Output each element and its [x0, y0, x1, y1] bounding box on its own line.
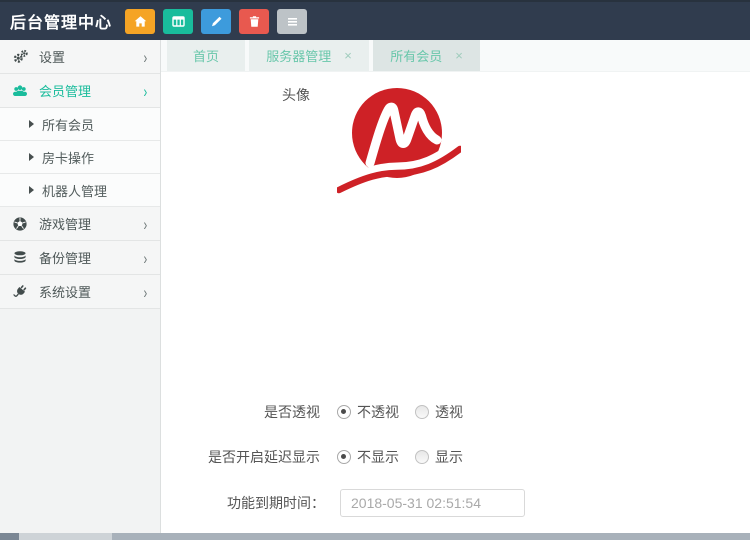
list-icon	[286, 15, 299, 28]
avatar-row: 头像	[161, 72, 750, 200]
sidebar-subitem-all-members[interactable]: 所有会员	[0, 108, 160, 141]
chevron-right-icon: ›	[144, 214, 148, 233]
caret-right-icon	[29, 186, 34, 194]
sidebar-item-members[interactable]: 会员管理 ›	[0, 74, 160, 108]
gears-icon	[12, 49, 28, 65]
pencil-icon	[210, 15, 223, 28]
tab-label: 服务器管理	[266, 46, 331, 65]
radio-option-no-display[interactable]: 不显示	[337, 447, 399, 467]
sidebar-item-label: 系统设置	[39, 282, 143, 301]
radio-option-display[interactable]: 显示	[415, 447, 463, 467]
delay-label: 是否开启延迟显示	[161, 447, 320, 467]
close-icon[interactable]: ×	[344, 49, 352, 62]
sidebar-item-backup[interactable]: 备份管理 ›	[0, 241, 160, 275]
perspective-row: 是否透视 不透视 透视	[161, 402, 750, 422]
horizontal-scrollbar[interactable]	[0, 533, 750, 540]
radio-unselected-icon[interactable]	[415, 405, 429, 419]
edit-button[interactable]	[201, 9, 231, 34]
radio-option-label[interactable]: 显示	[435, 447, 463, 467]
sidebar-subitem-label: 所有会员	[42, 115, 94, 134]
sidebar-item-system[interactable]: 系统设置 ›	[0, 275, 160, 309]
home-icon	[134, 15, 147, 28]
radio-option-label[interactable]: 不透视	[357, 402, 399, 422]
sidebar-item-label: 会员管理	[39, 81, 143, 100]
sidebar-subitem-robots[interactable]: 机器人管理	[0, 174, 160, 207]
tab-label: 所有会员	[390, 46, 442, 65]
sidebar-subitem-label: 房卡操作	[42, 148, 94, 167]
delay-row: 是否开启延迟显示 不显示 显示	[161, 447, 750, 467]
sidebar-item-games[interactable]: 游戏管理 ›	[0, 207, 160, 241]
soccer-ball-icon	[12, 216, 28, 232]
trash-icon	[248, 15, 261, 28]
radio-option-label[interactable]: 不显示	[357, 447, 399, 467]
delete-button[interactable]	[239, 9, 269, 34]
delay-radio-group: 不显示 显示	[337, 447, 479, 467]
chevron-right-icon: ›	[144, 47, 148, 66]
avatar-image	[337, 85, 461, 200]
sidebar-subitem-roomcard[interactable]: 房卡操作	[0, 141, 160, 174]
menu-button[interactable]	[277, 9, 307, 34]
radio-selected-icon[interactable]	[337, 450, 351, 464]
scrollbar-thumb[interactable]	[19, 533, 112, 540]
table-button[interactable]	[163, 9, 193, 34]
radio-option-label[interactable]: 透视	[435, 402, 463, 422]
radio-unselected-icon[interactable]	[415, 450, 429, 464]
tab-bar: 首页 服务器管理 × 所有会员 ×	[161, 40, 750, 72]
top-header-bar: 后台管理中心	[0, 0, 750, 40]
tab-home[interactable]: 首页	[167, 40, 245, 71]
perspective-label: 是否透视	[161, 402, 320, 422]
scrollbar-corner	[0, 533, 19, 540]
app-title: 后台管理中心	[10, 9, 112, 33]
main-content: 头像 是否透视 不透视 透视 是否开启延迟显示	[161, 72, 750, 533]
chevron-right-icon: ›	[144, 81, 148, 100]
radio-selected-icon[interactable]	[337, 405, 351, 419]
radio-option-perspective[interactable]: 透视	[415, 402, 463, 422]
sidebar: 设置 › 会员管理 › 所有会员 房卡操作 机器人管理 游戏管理 › 备份管理 …	[0, 40, 161, 533]
database-icon	[12, 250, 28, 266]
avatar-label: 头像	[161, 83, 310, 105]
tab-server-management[interactable]: 服务器管理 ×	[249, 40, 369, 71]
sidebar-subitem-label: 机器人管理	[42, 181, 107, 200]
expire-label: 功能到期时间：	[161, 493, 325, 513]
users-icon	[12, 83, 28, 99]
caret-right-icon	[29, 120, 34, 128]
sidebar-item-settings[interactable]: 设置 ›	[0, 40, 160, 74]
home-button[interactable]	[125, 9, 155, 34]
chevron-right-icon: ›	[144, 248, 148, 267]
tab-label: 首页	[193, 46, 219, 65]
chevron-right-icon: ›	[144, 282, 148, 301]
table-icon	[172, 15, 185, 28]
header-quick-buttons	[125, 9, 315, 34]
perspective-radio-group: 不透视 透视	[337, 402, 479, 422]
expire-time-input[interactable]	[340, 489, 525, 517]
close-icon[interactable]: ×	[455, 49, 463, 62]
plug-icon	[12, 284, 28, 300]
tab-all-members[interactable]: 所有会员 ×	[373, 40, 480, 71]
expire-row: 功能到期时间：	[161, 489, 750, 517]
sidebar-item-label: 设置	[39, 47, 143, 66]
radio-option-no-perspective[interactable]: 不透视	[337, 402, 399, 422]
sidebar-item-label: 游戏管理	[39, 214, 143, 233]
sidebar-item-label: 备份管理	[39, 248, 143, 267]
caret-right-icon	[29, 153, 34, 161]
